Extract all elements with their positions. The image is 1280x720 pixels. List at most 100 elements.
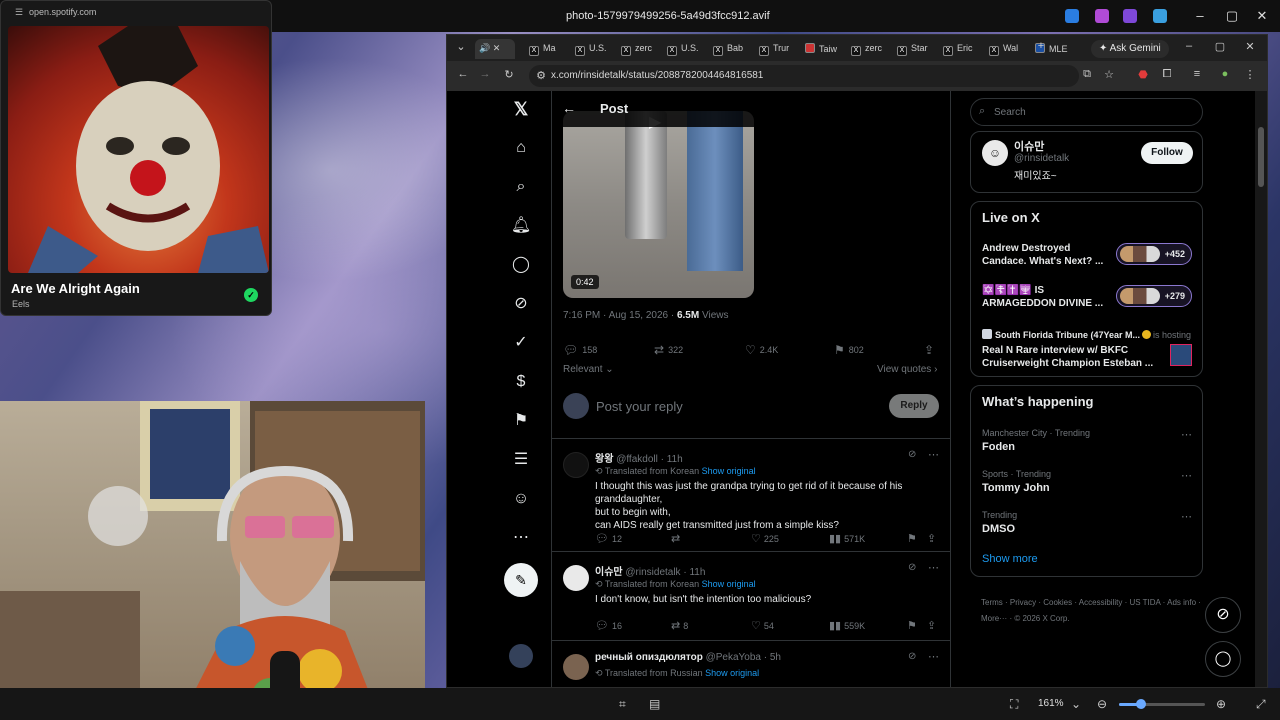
account-avatar[interactable] — [509, 644, 533, 668]
compose-post-button[interactable]: ✎ — [504, 563, 538, 597]
zoom-out-icon[interactable]: ⊖ — [1097, 697, 1107, 711]
avatar[interactable] — [563, 452, 589, 478]
crop-icon[interactable]: ⌗ — [619, 697, 626, 712]
more-icon[interactable]: ⋯ — [1181, 469, 1192, 482]
reply-author[interactable]: 이슈만 @rinsidetalk · 11h — [595, 563, 705, 578]
search-input[interactable]: ⌕ Search — [970, 98, 1203, 126]
notifications-icon[interactable]: 🔔︎ — [509, 214, 533, 238]
scroll-thumb[interactable] — [1258, 127, 1264, 187]
repost-count[interactable]: ⇄ — [671, 532, 683, 545]
live-space-title[interactable]: ✡️☦️✝️🕎 IS ARMAGEDDON DIVINE ... — [982, 284, 1114, 310]
reply-author[interactable]: речный опиздюлятор @PekaYoba · 5h — [595, 652, 781, 663]
bookmark-button[interactable]: ⚑ — [907, 619, 920, 632]
zoom-level[interactable]: 161% — [1038, 698, 1064, 709]
zoom-slider[interactable] — [1119, 699, 1205, 709]
x-logo-icon[interactable]: 𝕏 — [509, 97, 533, 121]
trend-name[interactable]: DMSO — [982, 523, 1015, 535]
live-space-title[interactable]: Real N Rare interview w/ BKFC Cruiserwei… — [982, 344, 1167, 370]
scrollbar[interactable] — [1255, 91, 1267, 687]
tab[interactable]: X Trur — [755, 39, 799, 59]
reply-button[interactable]: Reply — [889, 394, 939, 418]
live-listeners-pill[interactable]: +279 — [1116, 285, 1192, 307]
close-icon[interactable]: ✕ — [1242, 40, 1258, 53]
grok-icon[interactable]: ⊘ — [908, 562, 916, 573]
lists-icon[interactable]: ☰ — [509, 448, 533, 472]
ask-gemini-button[interactable]: ✦ Ask Gemini — [1091, 40, 1169, 58]
view-count[interactable]: ▮▮ 571K — [829, 532, 865, 545]
tab[interactable]: X Bab — [709, 39, 753, 59]
tab-active[interactable]: 🔊 ✕ — [475, 39, 515, 59]
search-icon[interactable]: ⌕ — [509, 175, 533, 199]
forward-icon[interactable]: → — [477, 68, 493, 80]
like-count[interactable]: ♡ 54 — [751, 619, 774, 632]
footer-links[interactable]: Terms · Privacy · Cookies · Accessibilit… — [981, 595, 1201, 627]
view-quotes-link[interactable]: View quotes › — [877, 364, 937, 375]
saved-check-icon[interactable]: ✓ — [244, 288, 258, 302]
reading-list-icon[interactable]: ≡ — [1189, 68, 1205, 80]
tab[interactable]: X U.S. — [571, 39, 615, 59]
reply-count[interactable]: 💬︎ 16 — [595, 619, 622, 632]
tab-search-icon[interactable]: ⌄ — [453, 40, 469, 53]
maximize-icon[interactable]: ▢ — [1212, 40, 1228, 53]
reply-item[interactable]: речный опиздюлятор @PekaYoba · 5h ⊘ ⋯ ⟲ … — [552, 642, 950, 687]
bookmarks-icon[interactable]: ⚑ — [509, 409, 533, 433]
sort-replies-dropdown[interactable]: Relevant ⌄ — [563, 364, 614, 375]
url-text[interactable]: x.com/rinsidetalk/status/208878200446481… — [551, 70, 763, 81]
app-icon[interactable] — [1123, 9, 1137, 23]
avatar[interactable]: ☺ — [982, 140, 1008, 166]
share-button[interactable]: ⇪ — [927, 532, 939, 545]
close-icon[interactable]: ✕ — [1252, 8, 1272, 24]
post-timestamp[interactable]: 7:16 PM · Aug 15, 2026 · — [563, 310, 677, 321]
reply-count[interactable]: 💬︎ 158 — [563, 343, 597, 357]
profile-icon[interactable]: ● — [1217, 68, 1233, 80]
home-icon[interactable]: ⌂ — [509, 136, 533, 160]
grok-icon[interactable]: ⊘ — [908, 449, 916, 460]
verified-icon[interactable]: ✓ — [509, 331, 533, 355]
live-listeners-pill[interactable]: +452 — [1116, 243, 1192, 265]
zoom-in-icon[interactable]: ⊕ — [1216, 697, 1226, 711]
messages-icon[interactable]: ◯ — [509, 253, 533, 277]
back-arrow-icon[interactable]: ← — [562, 100, 576, 116]
live-host[interactable]: South Florida Tribune (47Year M... is hos… — [982, 329, 1191, 340]
tab[interactable]: X Wal — [985, 39, 1029, 59]
share-button[interactable]: ⇪ — [927, 619, 939, 632]
trend-name[interactable]: Foden — [982, 441, 1015, 453]
app-icon[interactable] — [1095, 9, 1109, 23]
live-space-title[interactable]: Andrew Destroyed Candace. What's Next? .… — [982, 242, 1114, 268]
site-info-icon[interactable]: ⚙ — [533, 69, 549, 82]
more-icon[interactable]: ⋯ — [928, 561, 939, 574]
follow-button[interactable]: Follow — [1141, 142, 1193, 164]
zoom-slider-knob[interactable] — [1136, 699, 1146, 709]
monetization-icon[interactable]: $ — [509, 370, 533, 394]
tab[interactable]: Taiw — [801, 39, 845, 59]
messages-button[interactable]: ◯ — [1205, 641, 1241, 677]
menu-icon[interactable]: ⋮ — [1242, 68, 1258, 81]
bookmark-button[interactable]: ⚑ — [907, 532, 920, 545]
reply-author[interactable]: 왕왕 @ffakdoll · 11h — [595, 450, 683, 465]
tab[interactable]: X U.S. — [663, 39, 707, 59]
tab[interactable]: Xzerc — [617, 39, 661, 59]
fullscreen-icon[interactable]: ⤢ — [1256, 697, 1266, 712]
avatar[interactable] — [563, 654, 589, 680]
new-tab-icon[interactable]: + — [1033, 40, 1049, 52]
address-bar[interactable]: ⚙ x.com/rinsidetalk/status/2088782004464… — [529, 65, 1079, 87]
profile-handle[interactable]: @rinsidetalk — [1014, 153, 1069, 164]
install-app-icon[interactable]: ⧉ — [1079, 68, 1095, 81]
share-button[interactable]: ⇪ — [924, 343, 938, 357]
reply-item[interactable]: 왕왕 @ffakdoll · 11h ⊘ ⋯ ⟲ Translated from… — [552, 440, 950, 552]
show-original-link[interactable]: Show original — [702, 579, 756, 589]
grok-icon[interactable]: ⊘ — [509, 292, 533, 316]
extensions-icon[interactable]: ⧠ — [1159, 68, 1175, 81]
song-title[interactable]: Are We Alright Again — [11, 281, 140, 296]
minimize-icon[interactable]: – — [1190, 8, 1210, 23]
reply-item[interactable]: 이슈만 @rinsidetalk · 11h ⊘ ⋯ ⟲ Translated … — [552, 553, 950, 641]
tab[interactable]: X Star — [893, 39, 937, 59]
tab[interactable]: X Ma — [525, 39, 569, 59]
bookmark-star-icon[interactable]: ☆ — [1101, 68, 1117, 81]
reply-input[interactable]: Post your reply — [596, 399, 683, 414]
more-icon[interactable]: ⋯ — [928, 650, 939, 663]
filmstrip-icon[interactable]: ▤ — [649, 697, 660, 711]
more-icon[interactable]: ⋯ — [1181, 428, 1192, 441]
profile-name[interactable]: 이슈만 — [1014, 138, 1044, 154]
adblock-icon[interactable]: ⬣ — [1135, 68, 1151, 81]
